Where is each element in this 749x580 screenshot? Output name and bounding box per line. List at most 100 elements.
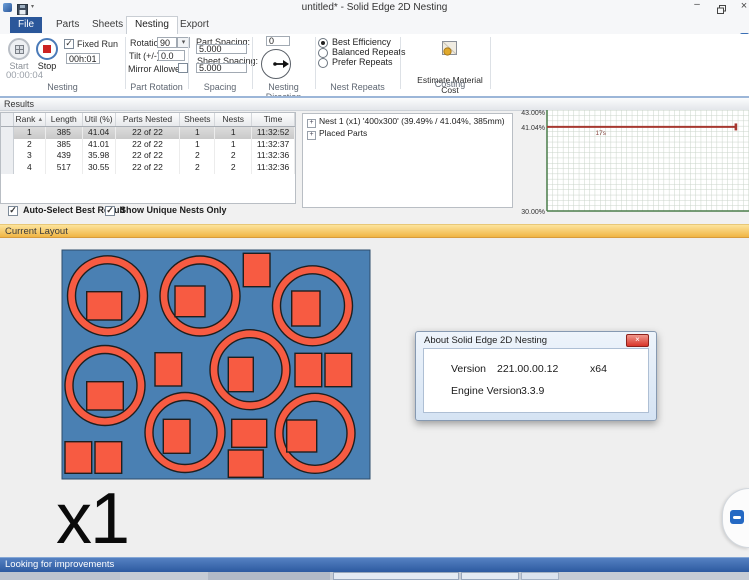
tree-item[interactable]: +Nest 1 (x1) '400x300' (39.49% / 41.04%,… (307, 116, 512, 128)
table-cell: 2 (215, 150, 252, 162)
table-cell: 11:32:36 (252, 150, 295, 162)
radio-icon[interactable] (318, 58, 328, 68)
column-header[interactable]: Parts Nested (116, 113, 181, 126)
tab-export[interactable]: Export (172, 17, 217, 33)
table-cell: 30.55 (83, 162, 116, 174)
table-cell: 517 (46, 162, 83, 174)
table-cell: 41.04 (83, 127, 116, 139)
tab-file[interactable]: File (10, 17, 42, 33)
app-window: ▾ untitled* - Solid Edge 2D Nesting – × … (0, 0, 749, 580)
fixed-run-checkbox[interactable]: ✓ (64, 39, 74, 49)
run-duration-input[interactable] (66, 53, 100, 64)
table-cell: 1 (180, 139, 215, 151)
table-row[interactable]: 238541.0122 of 221111:32:37 (1, 139, 295, 151)
table-cell: 11:32:36 (252, 162, 295, 174)
stop-button[interactable] (36, 38, 58, 60)
status-bar: Looking for improvements (0, 557, 749, 572)
mirror-allowed-label: Mirror Allowed (128, 64, 185, 74)
about-dialog-title: About Solid Edge 2D Nesting (424, 335, 547, 346)
start-grid-icon (15, 45, 24, 54)
part-spacing-input[interactable] (196, 44, 247, 54)
column-header[interactable]: Nests (215, 113, 252, 126)
engine-version-value: 3.3.9 (521, 385, 544, 397)
results-table-header: Rank▲LengthUtil (%)Parts NestedSheetsNes… (1, 113, 295, 127)
sort-ascending-icon: ▲ (37, 117, 43, 123)
column-header[interactable]: Time (252, 113, 295, 126)
svg-text:41.04%: 41.04% (521, 125, 545, 132)
estimate-material-cost-button[interactable]: Estimate Material Cost (408, 36, 492, 84)
column-header[interactable]: Length (46, 113, 83, 126)
fixed-run-label: Fixed Run (77, 39, 118, 49)
auto-select-checkbox[interactable]: ✓ (8, 206, 18, 216)
table-cell: 385 (46, 127, 83, 139)
tree-item[interactable]: +Placed Parts (307, 128, 512, 140)
table-cell: 385 (46, 139, 83, 151)
version-value: 221.00.00.12 (497, 363, 558, 375)
table-cell: 22 of 22 (116, 150, 181, 162)
table-cell: 2 (180, 162, 215, 174)
table-cell: 22 of 22 (116, 162, 181, 174)
table-cell: 2 (215, 162, 252, 174)
ribbon-tab-row: File Parts Sheets Nesting Export (0, 16, 749, 34)
minimize-button[interactable]: – (690, 1, 704, 12)
current-layout-header: Current Layout (0, 224, 749, 238)
table-cell: 22 of 22 (116, 127, 181, 139)
table-row[interactable]: 138541.0422 of 221111:32:52 (1, 127, 295, 139)
sheet-spacing-input[interactable] (196, 63, 247, 73)
rotation-select[interactable]: 90 (157, 37, 177, 48)
repeat-option-2[interactable]: Prefer Repeats (318, 57, 393, 68)
group-label-repeats: Nest Repeats (315, 82, 400, 92)
tab-sheets[interactable]: Sheets (84, 17, 131, 33)
nest-tree: +Nest 1 (x1) '400x300' (39.49% / 41.04%,… (302, 113, 513, 208)
taskbar-strip (0, 572, 749, 580)
show-unique-option[interactable]: ✓Show Unique Nests Only (105, 205, 227, 216)
svg-text:43.00%: 43.00% (521, 110, 545, 117)
column-header[interactable]: Rank▲ (14, 113, 46, 126)
table-cell: 35.98 (83, 150, 116, 162)
group-label-nesting: Nesting (0, 82, 125, 92)
window-title: untitled* - Solid Edge 2D Nesting (0, 2, 749, 13)
about-close-button[interactable]: × (626, 334, 649, 347)
table-cell: 2 (14, 139, 46, 151)
table-row[interactable]: 451730.5522 of 222211:32:36 (1, 162, 295, 174)
group-label-costing: Costing (400, 79, 500, 89)
stop-icon (43, 45, 51, 53)
group-label-part-rotation: Part Rotation (125, 82, 188, 92)
tab-parts[interactable]: Parts (48, 17, 87, 33)
column-header[interactable]: Util (%) (83, 113, 116, 126)
column-header[interactable]: Sheets (180, 113, 215, 126)
chevron-down-icon: ▾ (182, 39, 186, 46)
start-button[interactable] (8, 38, 30, 60)
engine-version-label: Engine Version (451, 385, 522, 397)
restore-button[interactable] (714, 1, 728, 12)
svg-text:17s: 17s (595, 130, 606, 137)
title-bar: ▾ untitled* - Solid Edge 2D Nesting – × (0, 0, 749, 16)
direction-dial[interactable] (260, 48, 292, 85)
table-cell: 4 (14, 162, 46, 174)
tree-expander-icon[interactable]: + (307, 119, 316, 128)
tilt-input[interactable] (158, 50, 185, 61)
mirror-allowed-checkbox[interactable] (178, 63, 188, 73)
checkmark-icon: ✓ (9, 205, 17, 215)
show-unique-checkbox[interactable]: ✓ (105, 206, 115, 216)
table-cell: 1 (180, 127, 215, 139)
tab-nesting[interactable]: Nesting (126, 16, 178, 34)
architecture-value: x64 (590, 363, 607, 375)
version-label: Version (451, 363, 486, 375)
ribbon: Start Stop 00:00:04 ✓ Fixed Run Nesting … (0, 34, 749, 96)
table-cell: 1 (215, 127, 252, 139)
elapsed-time: 00:00:04 (6, 70, 54, 81)
table-row[interactable]: 343935.9822 of 222211:32:36 (1, 150, 295, 162)
table-cell: 3 (14, 150, 46, 162)
material-cost-icon (441, 40, 459, 58)
sheet-multiplier-label: x1 (56, 478, 128, 560)
table-cell: 2 (180, 150, 215, 162)
tree-expander-icon[interactable]: + (307, 131, 316, 140)
table-cell: 41.01 (83, 139, 116, 151)
group-separator (490, 37, 491, 89)
svg-text:30.00%: 30.00% (521, 209, 545, 216)
close-button[interactable]: × (737, 1, 749, 12)
direction-angle-input[interactable] (266, 36, 290, 46)
group-label-spacing: Spacing (188, 82, 252, 92)
about-dialog-panel: Version 221.00.00.12 x64 Engine Version … (423, 348, 649, 413)
